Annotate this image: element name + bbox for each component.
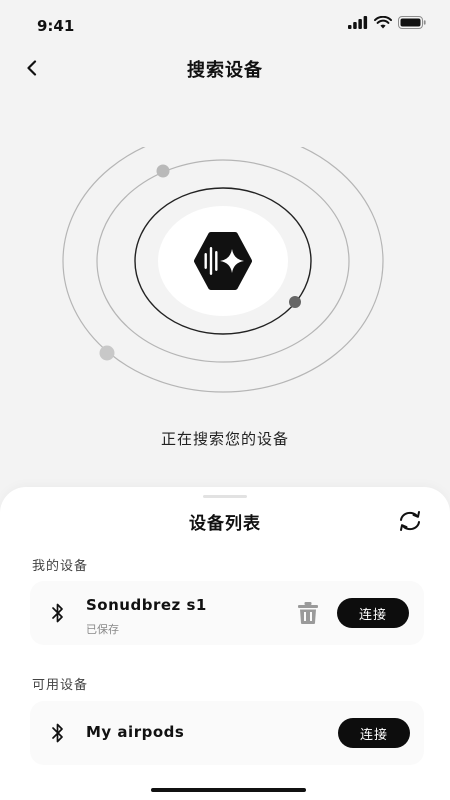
refresh-icon	[400, 511, 420, 531]
bluetooth-icon	[52, 723, 63, 743]
device-card-sonudbrez[interactable]: Sonudbrez s1 已保存 连接	[30, 581, 424, 645]
device-name: My airpods	[86, 723, 185, 741]
trash-icon	[298, 602, 318, 624]
device-name: Sonudbrez s1	[86, 596, 207, 614]
orbit-dot	[156, 164, 170, 178]
my-devices-label: 我的设备	[32, 559, 89, 574]
searching-status-text: 正在搜索您的设备	[160, 430, 289, 448]
nav-bar: 搜索设备	[0, 48, 450, 88]
orbit-dot	[289, 296, 301, 308]
connect-button[interactable]: 连接	[338, 718, 410, 748]
device-list-sheet: 设备列表 我的设备 Sonudbrez s1 已保存 连接 可用设备 My ai…	[0, 487, 450, 800]
orbit-dot	[99, 345, 115, 361]
status-icons	[348, 14, 426, 30]
connect-button[interactable]: 连接	[337, 598, 409, 628]
sheet-title: 设备列表	[189, 514, 261, 534]
wifi-icon	[374, 15, 392, 28]
delete-device-button[interactable]	[295, 600, 321, 626]
device-card-airpods[interactable]: My airpods 连接	[30, 701, 424, 765]
page-title: 搜索设备	[187, 60, 263, 81]
sound-wave-sparkle-icon	[194, 232, 252, 290]
refresh-button[interactable]	[395, 506, 425, 536]
status-time: 9:41	[37, 17, 75, 35]
bluetooth-icon	[52, 603, 63, 623]
status-bar: 9:41	[0, 0, 450, 52]
home-indicator	[151, 788, 306, 792]
sheet-drag-handle[interactable]	[203, 495, 247, 498]
search-radar	[60, 129, 386, 401]
available-devices-label: 可用设备	[32, 678, 89, 693]
battery-icon	[398, 15, 426, 29]
device-status: 已保存	[86, 623, 119, 636]
signal-icon	[348, 15, 368, 29]
